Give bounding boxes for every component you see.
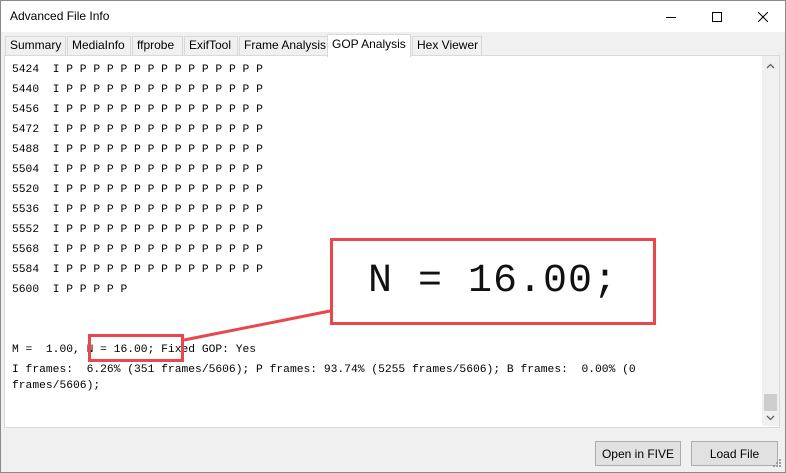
gop-row-index: 5456 [12, 104, 40, 116]
n-value-highlight [88, 334, 184, 362]
tab-hex-viewer[interactable]: Hex Viewer [412, 36, 482, 55]
summary-line-frames: I frames: 6.26% (351 frames/5606); P fra… [12, 364, 636, 376]
load-file-button[interactable]: Load File [691, 441, 778, 466]
gop-row-frames: I P P P P P P P P P P P P P P P [52, 244, 263, 256]
summary-m-value: M = 1.00, [12, 344, 87, 356]
gop-row-index: 5552 [12, 224, 40, 236]
gop-row-frames: I P P P P P P P P P P P P P P P [52, 184, 263, 196]
close-icon [758, 11, 768, 22]
gop-row: 5584 I P P P P P P P P P P P P P P P [12, 262, 263, 278]
maximize-button[interactable] [694, 1, 740, 32]
gop-row-index: 5504 [12, 164, 40, 176]
gop-row: 5520 I P P P P P P P P P P P P P P P [12, 182, 263, 198]
tab-strip: Summary MediaInfo ffprobe ExifTool Frame… [5, 34, 785, 57]
gop-row: 5424 I P P P P P P P P P P P P P P P [12, 62, 263, 78]
open-in-five-button[interactable]: Open in FIVE [595, 441, 681, 466]
gop-row: 5504 I P P P P P P P P P P P P P P P [12, 162, 263, 178]
gop-row: 5440 I P P P P P P P P P P P P P P P [12, 82, 263, 98]
gop-row-frames: I P P P P P P P P P P P P P P P [52, 144, 263, 156]
chevron-down-icon [766, 415, 775, 420]
gop-row: 5536 I P P P P P P P P P P P P P P P [12, 202, 263, 218]
gop-row: 5552 I P P P P P P P P P P P P P P P [12, 222, 263, 238]
gop-row-frames: I P P P P P P P P P P P P P P P [52, 264, 263, 276]
tab-ffprobe[interactable]: ffprobe [132, 36, 183, 55]
tab-summary[interactable]: Summary [5, 36, 66, 55]
gop-row-index: 5520 [12, 184, 40, 196]
tab-exiftool[interactable]: ExifTool [184, 36, 238, 55]
gop-row: 5600 I P P P P P [12, 282, 127, 298]
maximize-icon [712, 11, 722, 22]
scroll-down-button[interactable] [762, 409, 779, 426]
summary-line-frames-cont: frames/5606); [12, 380, 101, 392]
gop-row-index: 5568 [12, 244, 40, 256]
gop-row: 5568 I P P P P P P P P P P P P P P P [12, 242, 263, 258]
resize-grip-icon[interactable] [770, 458, 782, 470]
gop-row: 5472 I P P P P P P P P P P P P P P P [12, 122, 263, 138]
gop-row-frames: I P P P P P P P P P P P P P P P [52, 164, 263, 176]
chevron-up-icon [766, 63, 775, 68]
close-button[interactable] [740, 1, 786, 32]
tab-frame-analysis[interactable]: Frame Analysis [239, 36, 328, 55]
minimize-icon [666, 16, 676, 18]
title-bar: Advanced File Info [1, 1, 785, 32]
tab-mediainfo[interactable]: MediaInfo [67, 36, 131, 55]
scroll-up-button[interactable] [762, 57, 779, 74]
zoom-callout: N = 16.00; [330, 238, 656, 325]
gop-row-frames: I P P P P P [52, 284, 128, 296]
gop-row-frames: I P P P P P P P P P P P P P P P [52, 124, 263, 136]
gop-row-index: 5536 [12, 204, 40, 216]
gop-row-index: 5600 [12, 284, 40, 296]
window-title: Advanced File Info [10, 9, 110, 23]
gop-row-index: 5488 [12, 144, 40, 156]
gop-row-frames: I P P P P P P P P P P P P P P P [52, 104, 263, 116]
vertical-scrollbar[interactable] [762, 56, 779, 426]
gop-row-frames: I P P P P P P P P P P P P P P P [52, 84, 263, 96]
gop-row: 5456 I P P P P P P P P P P P P P P P [12, 102, 263, 118]
minimize-button[interactable] [648, 1, 694, 32]
gop-row: 5488 I P P P P P P P P P P P P P P P [12, 142, 263, 158]
gop-row-index: 5472 [12, 124, 40, 136]
gop-row-index: 5424 [12, 64, 40, 76]
gop-row-frames: I P P P P P P P P P P P P P P P [52, 224, 263, 236]
zoom-callout-text: N = 16.00; [367, 259, 619, 304]
tab-gop-analysis[interactable]: GOP Analysis [327, 34, 411, 57]
gop-row-index: 5440 [12, 84, 40, 96]
gop-row-frames: I P P P P P P P P P P P P P P P [52, 64, 263, 76]
gop-row-index: 5584 [12, 264, 40, 276]
gop-row-frames: I P P P P P P P P P P P P P P P [52, 204, 263, 216]
